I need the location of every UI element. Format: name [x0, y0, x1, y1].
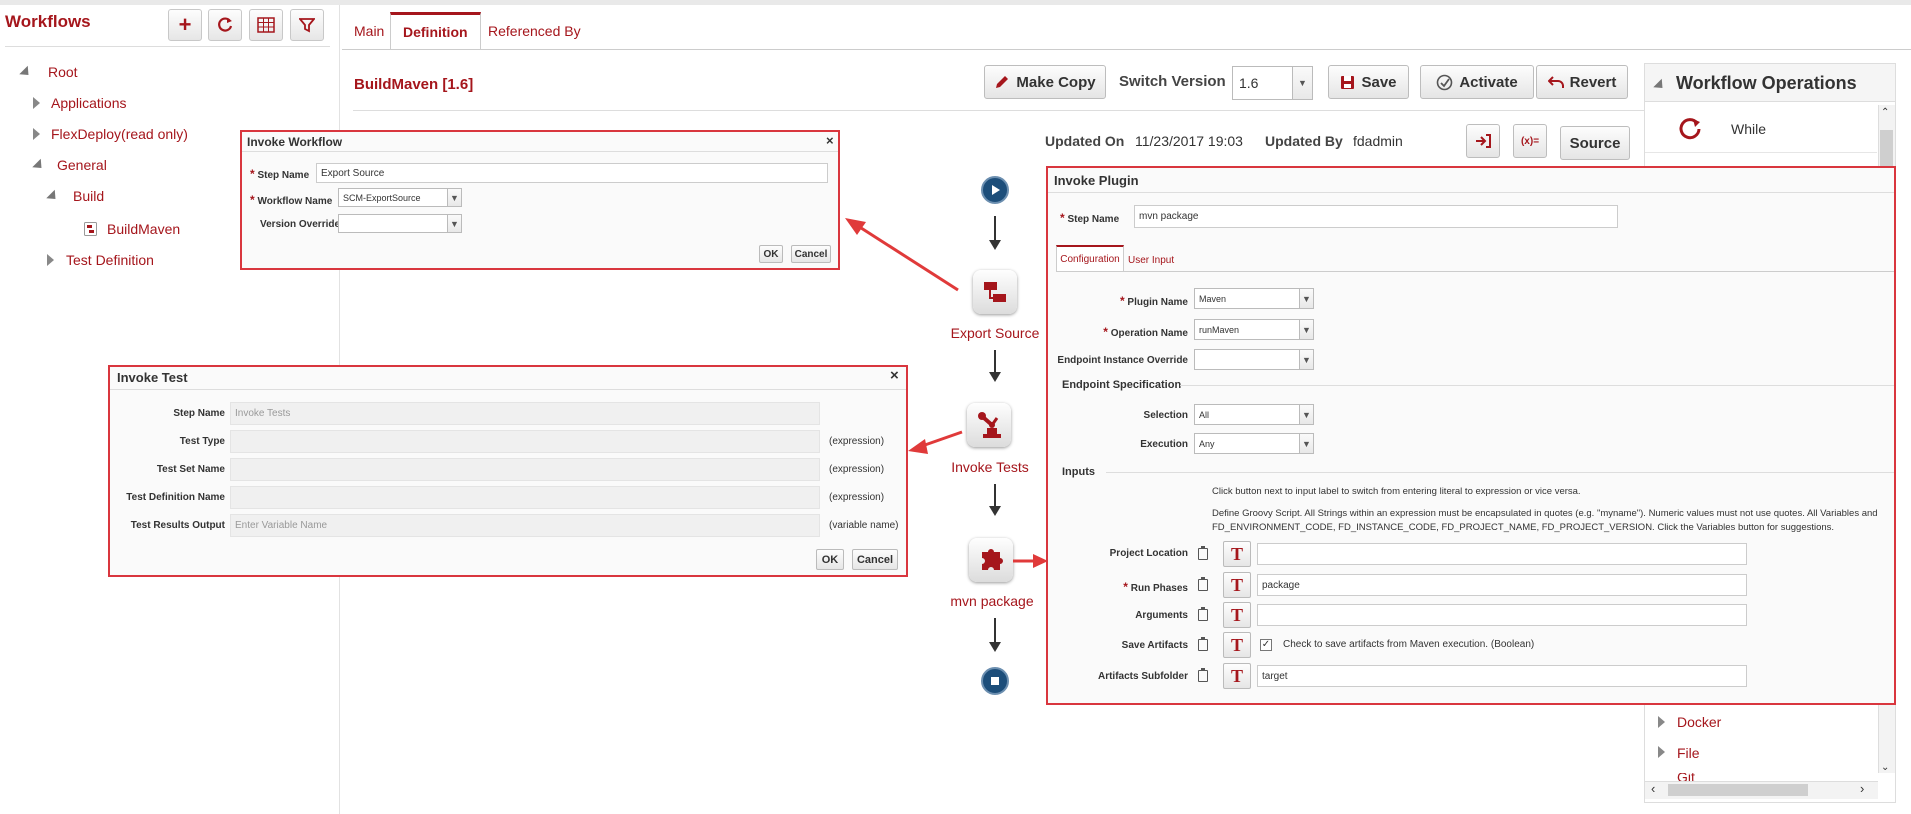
tab-configuration[interactable]: Configuration — [1056, 245, 1124, 271]
step-name-label: Step Name — [173, 408, 225, 419]
step-name-input[interactable]: Invoke Tests — [230, 402, 820, 425]
literal-toggle-button[interactable]: T — [1223, 572, 1251, 598]
save-artifacts-hint: Check to save artifacts from Maven execu… — [1283, 639, 1535, 650]
ok-button[interactable]: OK — [759, 245, 783, 263]
operation-name-select[interactable]: runMaven ▼ — [1194, 319, 1314, 340]
dialog-divider — [110, 389, 906, 390]
dialog-title: Invoke Test — [117, 370, 188, 385]
test-results-input[interactable]: Enter Variable Name — [230, 514, 820, 537]
expression-tag: (expression) — [829, 492, 885, 503]
groovy-hint-text-2: FD_ENVIRONMENT_CODE, FD_INSTANCE_CODE, F… — [1212, 522, 1835, 533]
save-artifacts-checkbox[interactable]: ✓ — [1260, 639, 1272, 651]
run-phases-label: * Run Phases — [1123, 580, 1188, 594]
test-type-label: Test Type — [179, 436, 225, 447]
workflow-name-select[interactable]: SCM-ExportSource ▼ — [338, 188, 462, 207]
test-set-label: Test Set Name — [156, 464, 225, 475]
chevron-down-icon: ▼ — [1299, 434, 1313, 453]
clipboard-icon[interactable] — [1198, 607, 1208, 621]
chevron-down-icon: ▼ — [1299, 289, 1313, 308]
select-value: All — [1199, 409, 1210, 420]
plugin-name-label: * Plugin Name — [1119, 294, 1188, 308]
dialog-divider — [242, 151, 838, 152]
arguments-label: Arguments — [1135, 610, 1188, 621]
test-set-input[interactable] — [230, 458, 820, 481]
tab-user-input[interactable]: User Input — [1128, 255, 1174, 266]
invoke-test-dialog: Invoke Test × Step Name Invoke Tests Tes… — [108, 365, 908, 577]
ok-button[interactable]: OK — [816, 549, 844, 570]
cancel-button[interactable]: Cancel — [791, 245, 831, 263]
test-type-input[interactable] — [230, 430, 820, 453]
close-icon[interactable]: × — [890, 367, 899, 384]
invoke-workflow-dialog: Invoke Workflow × * Step Name Export Sou… — [240, 130, 840, 270]
test-definition-input[interactable] — [230, 486, 820, 509]
hint-text: Click button next to input label to swit… — [1212, 486, 1581, 497]
select-value: runMaven — [1199, 324, 1240, 335]
tab-divider — [1056, 271, 1894, 272]
artifacts-subfolder-input[interactable]: target — [1257, 665, 1747, 687]
dialog-title: Invoke Plugin — [1054, 173, 1139, 188]
inputs-heading: Inputs — [1062, 466, 1095, 478]
step-name-input[interactable]: mvn package — [1134, 205, 1618, 228]
section-divider — [1106, 472, 1894, 473]
dialog-divider — [1048, 192, 1894, 193]
version-override-label: Version Override — [260, 219, 341, 230]
expression-tag: (expression) — [829, 464, 885, 475]
literal-toggle-button[interactable]: T — [1223, 541, 1251, 567]
execution-label: Execution — [1140, 439, 1188, 450]
literal-toggle-button[interactable]: T — [1223, 663, 1251, 689]
chevron-down-icon: ▼ — [447, 215, 461, 232]
clipboard-icon[interactable] — [1198, 546, 1208, 560]
endpoint-spec-heading: Endpoint Specification — [1062, 379, 1182, 391]
select-value: Maven — [1199, 293, 1227, 304]
close-icon[interactable]: × — [826, 133, 834, 148]
plugin-name-select[interactable]: Maven ▼ — [1194, 288, 1314, 309]
save-artifacts-label: Save Artifacts — [1121, 640, 1188, 651]
clipboard-icon[interactable] — [1198, 637, 1208, 651]
test-definition-label: Test Definition Name — [126, 492, 225, 503]
step-name-label: * Step Name — [1060, 211, 1120, 225]
test-results-label: Test Results Output — [130, 520, 225, 531]
step-name-label: * Step Name — [250, 167, 310, 181]
literal-toggle-button[interactable]: T — [1223, 602, 1251, 628]
chevron-down-icon: ▼ — [1299, 350, 1313, 369]
execution-select[interactable]: Any ▼ — [1194, 433, 1314, 454]
cancel-button[interactable]: Cancel — [852, 549, 898, 570]
endpoint-override-label: Endpoint Instance Override — [1057, 355, 1188, 366]
step-name-input[interactable]: Export Source — [316, 163, 828, 183]
section-divider — [1180, 385, 1894, 386]
chevron-down-icon: ▼ — [1299, 405, 1313, 424]
endpoint-override-select[interactable]: ▼ — [1194, 349, 1314, 370]
version-override-select[interactable]: ▼ — [338, 214, 462, 233]
clipboard-icon[interactable] — [1198, 668, 1208, 682]
select-value: Any — [1199, 438, 1215, 449]
dialog-title: Invoke Workflow — [247, 135, 343, 149]
run-phases-input[interactable]: package — [1257, 574, 1747, 596]
operation-name-label: * Operation Name — [1103, 325, 1188, 339]
literal-toggle-button[interactable]: T — [1223, 632, 1251, 658]
select-value: SCM-ExportSource — [343, 192, 421, 203]
expression-tag: (expression) — [829, 436, 885, 447]
workflow-name-label: * Workflow Name — [250, 193, 333, 207]
project-location-input[interactable] — [1257, 543, 1747, 565]
selection-select[interactable]: All ▼ — [1194, 404, 1314, 425]
project-location-label: Project Location — [1109, 548, 1188, 559]
chevron-down-icon: ▼ — [447, 189, 461, 206]
invoke-plugin-dialog: Invoke Plugin * Step Name mvn package Co… — [1046, 166, 1896, 705]
artifacts-subfolder-label: Artifacts Subfolder — [1097, 671, 1188, 682]
chevron-down-icon: ▼ — [1299, 320, 1313, 339]
arguments-input[interactable] — [1257, 604, 1747, 626]
clipboard-icon[interactable] — [1198, 577, 1208, 591]
variable-name-tag: (variable name) — [829, 520, 899, 531]
selection-label: Selection — [1143, 410, 1188, 421]
groovy-hint-text: Define Groovy Script. All Strings within… — [1212, 508, 1878, 519]
